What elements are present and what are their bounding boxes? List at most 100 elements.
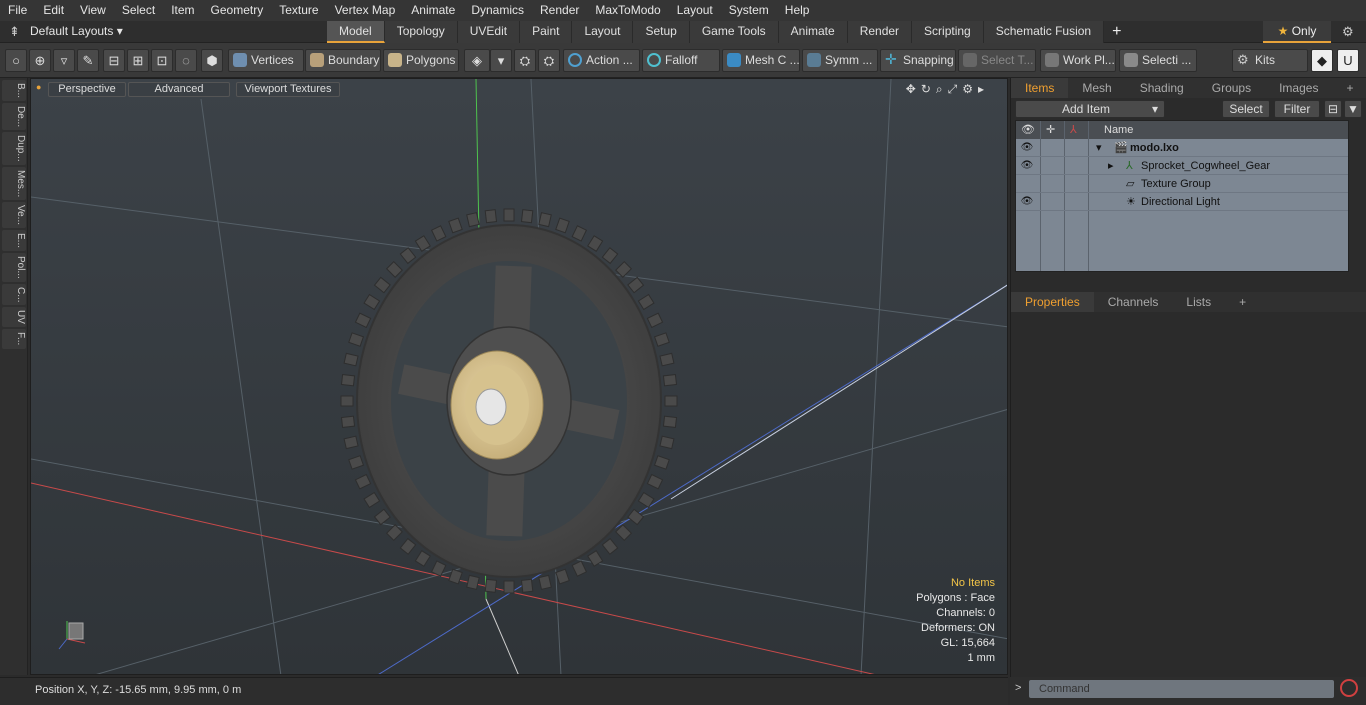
- selection-sets-button[interactable]: Selecti ...: [1119, 49, 1197, 72]
- symmetry-button[interactable]: Symm ...: [802, 49, 878, 72]
- viewport-nav-icons[interactable]: ✥↻⌕⤢⚙▸: [906, 82, 989, 97]
- record-icon[interactable]: [1340, 679, 1358, 697]
- brush-icon[interactable]: ✎: [77, 49, 99, 72]
- filter-button[interactable]: Filter: [1274, 100, 1320, 118]
- unreal-icon[interactable]: U: [1337, 49, 1359, 72]
- select-through-button[interactable]: Select T...: [958, 49, 1036, 72]
- visibility-eye-icon[interactable]: 👁: [1020, 157, 1034, 175]
- left-tab[interactable]: Mes...: [2, 166, 26, 201]
- tab-uvedit[interactable]: UVEdit: [457, 21, 521, 43]
- viewport-dot-icon[interactable]: ●: [36, 82, 41, 92]
- items-tab[interactable]: Mesh ...: [1068, 78, 1125, 115]
- 3d-viewport[interactable]: ● Perspective Advanced Viewport Textures…: [30, 78, 1008, 675]
- advanced-dropdown[interactable]: Advanced: [128, 82, 230, 97]
- visibility-eye-icon[interactable]: 👁: [1020, 139, 1034, 157]
- action-center-button[interactable]: Action ...: [563, 49, 640, 72]
- menu-item-edit[interactable]: Edit: [35, 0, 72, 21]
- select-button[interactable]: Select: [1222, 100, 1270, 118]
- menu-item-dynamics[interactable]: Dynamics: [463, 0, 532, 21]
- tab-game-tools[interactable]: Game Tools: [689, 21, 779, 43]
- left-tab[interactable]: UV: [2, 307, 26, 328]
- settings-gear-icon[interactable]: ⚙: [1342, 24, 1354, 40]
- sprocket-gear-model[interactable]: [340, 208, 678, 594]
- edge-mode-icon[interactable]: ◌: [175, 49, 197, 72]
- select-circle-icon[interactable]: ○: [5, 49, 27, 72]
- tab-topology[interactable]: Topology: [384, 21, 458, 43]
- properties-tab[interactable]: Channels: [1094, 292, 1173, 312]
- only-toggle[interactable]: ★ Only: [1263, 21, 1331, 43]
- collapse-icon[interactable]: ⊟: [1324, 100, 1342, 118]
- tree-row-mesh[interactable]: 👁 ▸ ⅄ Sprocket_Cogwheel_Gear: [1016, 157, 1348, 175]
- globe-icon[interactable]: ⊕: [29, 49, 51, 72]
- symmetry-x-icon[interactable]: ⛭: [514, 49, 536, 72]
- funnel-icon[interactable]: ▼: [1344, 100, 1362, 118]
- items-tab[interactable]: Shading: [1126, 78, 1198, 98]
- menu-item-item[interactable]: Item: [163, 0, 202, 21]
- dropdown-arrow-icon[interactable]: ▾: [490, 49, 512, 72]
- left-tab[interactable]: Dup...: [2, 132, 26, 165]
- layout-arrow-icon[interactable]: ⇞: [9, 24, 20, 40]
- vertex-mode-icon[interactable]: ▿: [53, 49, 75, 72]
- polygons-button[interactable]: Polygons: [383, 49, 459, 72]
- pivot-mode-icon[interactable]: ⊡: [151, 49, 173, 72]
- left-tab[interactable]: B...: [2, 80, 26, 102]
- menu-item-texture[interactable]: Texture: [271, 0, 326, 21]
- menu-item-render[interactable]: Render: [532, 0, 587, 21]
- left-tab[interactable]: Pol...: [2, 253, 26, 282]
- collapse-arrow-icon[interactable]: ▾: [1096, 139, 1102, 157]
- material-mode-icon[interactable]: ⬢: [201, 49, 223, 72]
- center-mode-icon[interactable]: ⊞: [127, 49, 149, 72]
- unity-icon[interactable]: ◆: [1311, 49, 1333, 72]
- properties-tab[interactable]: Properties: [1011, 292, 1094, 312]
- left-tab[interactable]: Ve...: [2, 202, 26, 229]
- add-item-button[interactable]: Add Item ▾: [1015, 100, 1165, 118]
- tree-row-light[interactable]: 👁 ☀ Directional Light: [1016, 193, 1348, 211]
- tab-setup[interactable]: Setup: [633, 21, 690, 43]
- left-tab[interactable]: E...: [2, 230, 26, 252]
- properties-tab[interactable]: Lists: [1172, 292, 1225, 312]
- add-properties-tab-icon[interactable]: +: [1225, 292, 1260, 312]
- menu-item-layout[interactable]: Layout: [669, 0, 721, 21]
- tab-paint[interactable]: Paint: [520, 21, 573, 43]
- work-plane-button[interactable]: Work Pl...: [1040, 49, 1116, 72]
- visibility-eye-icon[interactable]: 👁: [1020, 193, 1034, 211]
- tree-row-texture-group[interactable]: 👁 ▱ Texture Group: [1016, 175, 1348, 193]
- item-mode-icon[interactable]: ⊟: [103, 49, 125, 72]
- menu-item-help[interactable]: Help: [777, 0, 818, 21]
- viewport-textures-dropdown[interactable]: Viewport Textures: [236, 82, 340, 97]
- snapping-button[interactable]: ✛ Snapping: [880, 49, 956, 72]
- cube-icon[interactable]: ◈: [464, 49, 490, 72]
- menu-item-animate[interactable]: Animate: [403, 0, 463, 21]
- falloff-button[interactable]: Falloff: [642, 49, 720, 72]
- menu-item-vertex-map[interactable]: Vertex Map: [327, 0, 404, 21]
- kits-button[interactable]: ⚙ Kits: [1232, 49, 1308, 72]
- menu-item-view[interactable]: View: [72, 0, 114, 21]
- expand-arrow-icon[interactable]: ▸: [1108, 157, 1114, 175]
- boundary-button[interactable]: Boundary: [305, 49, 381, 72]
- left-tab[interactable]: F...: [2, 329, 26, 349]
- left-tab[interactable]: C...: [2, 283, 26, 306]
- menu-item-maxtomodo[interactable]: MaxToModo: [587, 0, 668, 21]
- default-layouts-dropdown[interactable]: Default Layouts ▾: [30, 24, 123, 38]
- items-tab[interactable]: Groups: [1198, 78, 1265, 98]
- tab-render[interactable]: Render: [847, 21, 913, 43]
- mesh-constraints-button[interactable]: Mesh C ...: [722, 49, 800, 72]
- menu-item-system[interactable]: System: [721, 0, 777, 21]
- command-input[interactable]: Command: [1029, 680, 1334, 698]
- menu-item-file[interactable]: File: [0, 0, 35, 21]
- tree-row-scene[interactable]: 👁 ▾ 🎬 modo.lxo: [1016, 139, 1348, 157]
- tab-layout[interactable]: Layout: [572, 21, 634, 43]
- tab-scripting[interactable]: Scripting: [912, 21, 984, 43]
- menu-item-select[interactable]: Select: [114, 0, 163, 21]
- items-tab[interactable]: Items: [1011, 78, 1069, 98]
- tab-schematic-fusion[interactable]: Schematic Fusion: [983, 21, 1105, 43]
- perspective-dropdown[interactable]: Perspective: [48, 82, 126, 97]
- items-tab[interactable]: Images: [1265, 78, 1332, 98]
- add-tab-icon[interactable]: +: [1104, 21, 1129, 43]
- symmetry-y-icon[interactable]: ⛭: [538, 49, 560, 72]
- left-tab[interactable]: De...: [2, 103, 26, 131]
- vertices-button[interactable]: Vertices: [228, 49, 304, 72]
- add-panel-tab-icon[interactable]: +: [1332, 78, 1366, 98]
- tab-model[interactable]: Model: [327, 21, 385, 43]
- tab-animate[interactable]: Animate: [778, 21, 848, 43]
